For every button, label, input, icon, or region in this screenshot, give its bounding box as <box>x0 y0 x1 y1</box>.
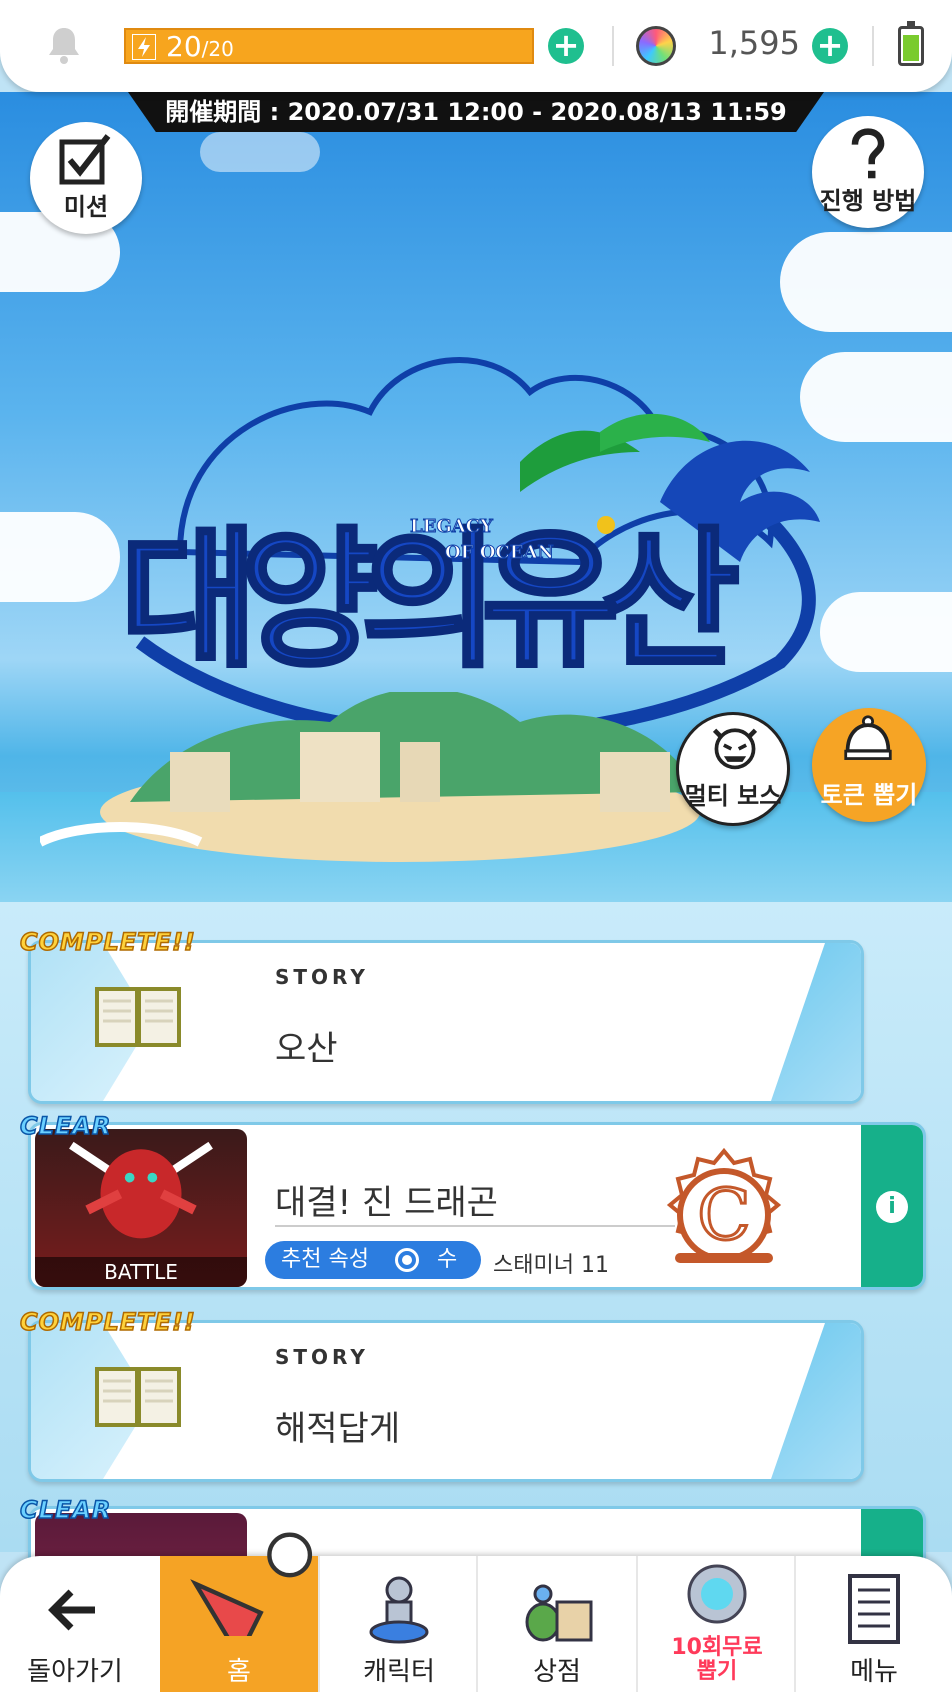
divider <box>275 1225 675 1227</box>
card-decoration <box>771 1323 861 1479</box>
quest-card-battle[interactable]: BATTLE 대결! 진 드래곤 추천 속성 수 스태미너 11 C i <box>28 1122 926 1290</box>
complete-badge: COMPLETE!! <box>19 1307 196 1337</box>
nav-menu-label: 메뉴 <box>850 1657 898 1687</box>
cloud <box>200 132 320 172</box>
token-bell-icon <box>844 715 892 760</box>
info-icon: i <box>876 1191 908 1223</box>
token-draw-label: 토큰 뽑기 <box>820 781 918 809</box>
nav-menu[interactable]: 메뉴 <box>796 1556 952 1692</box>
nav-back[interactable]: 돌아가기 <box>0 1556 150 1692</box>
howto-button[interactable]: 진행 방법 <box>812 116 924 228</box>
add-gem-button[interactable]: + <box>812 28 848 64</box>
quest-kicker: STORY <box>275 965 369 989</box>
add-stamina-button[interactable]: + <box>548 28 584 64</box>
logo-sub-text-1: LEGACY <box>410 516 494 537</box>
attribute-key: 추천 속성 <box>281 1247 369 1272</box>
nav-character[interactable]: 캐릭터 <box>320 1556 478 1692</box>
quest-title: 해적답게 <box>275 1409 401 1449</box>
quest-card-story[interactable]: STORY 해적답게 <box>28 1320 864 1482</box>
menu-list-icon <box>848 1574 900 1644</box>
rank-letter: C <box>697 1174 751 1256</box>
card-decoration <box>771 943 861 1101</box>
monster-face-icon <box>712 728 758 770</box>
gem-icon <box>636 26 676 66</box>
recommended-attribute: 추천 속성 수 <box>265 1241 481 1279</box>
event-banner: 開催期間 : 2020.07/31 12:00 - 2020.08/13 11:… <box>0 92 952 902</box>
mission-button[interactable]: 미션 <box>30 122 142 234</box>
stamina-bolt-icon <box>132 34 156 60</box>
bell-icon[interactable] <box>44 24 84 66</box>
quest-card-story[interactable]: STORY 오산 <box>28 940 864 1104</box>
quest-kicker: STORY <box>275 1345 369 1369</box>
back-arrow-icon <box>48 1589 95 1631</box>
nav-home-label: 홈 <box>227 1657 251 1687</box>
nav-shop-label: 상점 <box>533 1657 581 1687</box>
top-status-bar: 20/20 + 1,595 + <box>0 0 952 92</box>
gem-count: 1,595 <box>708 24 800 62</box>
character-icon <box>369 1576 429 1644</box>
logo-main-text: 대양의유산 <box>120 514 740 688</box>
stamina-cost: 스태미너 11 <box>493 1253 609 1278</box>
nav-gacha-label: 10회무료 뽑기 <box>671 1635 763 1684</box>
multi-boss-label: 멀티 보스 <box>684 782 782 810</box>
gacha-orb-icon <box>687 1564 747 1624</box>
attribute-value: 수 <box>437 1247 458 1272</box>
nav-character-label: 캐릭터 <box>363 1657 435 1687</box>
nav-gacha[interactable]: 10회무료 뽑기 <box>638 1556 796 1692</box>
rank-c-icon: C <box>666 1147 782 1263</box>
logo-sub-text-2: OF OCEAN <box>445 542 554 563</box>
quest-title: 오산 <box>275 1029 338 1069</box>
quest-info-button[interactable]: i <box>861 1125 923 1287</box>
water-attribute-icon <box>395 1248 419 1272</box>
thumb-caption: BATTLE <box>35 1257 247 1287</box>
book-icon <box>95 987 181 1047</box>
quest-title: 대결! 진 드래곤 <box>275 1183 498 1223</box>
clear-badge: CLEAR <box>19 1111 112 1141</box>
nav-shop[interactable]: 상점 <box>478 1556 636 1692</box>
island-illustration <box>40 692 700 862</box>
home-ship-icon <box>190 1532 313 1636</box>
dragon-icon <box>69 1141 213 1239</box>
question-icon <box>851 128 885 179</box>
divider <box>872 26 874 66</box>
quest-list: COMPLETE!! STORY 오산 CLEAR BATTLE 대결! 진 드… <box>0 902 952 1626</box>
mission-label: 미션 <box>63 193 109 221</box>
complete-badge: COMPLETE!! <box>19 927 196 957</box>
stamina-value: 20/20 <box>166 30 234 63</box>
divider <box>612 26 614 66</box>
event-period: 開催期間 : 2020.07/31 12:00 - 2020.08/13 11:… <box>128 92 824 132</box>
checkbox-icon <box>59 134 111 185</box>
stamina-gauge: 20/20 <box>124 28 534 64</box>
nav-back-label: 돌아가기 <box>27 1657 123 1687</box>
book-icon <box>95 1367 181 1427</box>
nav-home[interactable]: 홈 <box>160 1532 318 1692</box>
bottom-navigation: 돌아가기 홈 캐릭터 상점 10회무료 뽑기 메뉴 <box>0 1532 952 1692</box>
clear-badge: CLEAR <box>19 1495 112 1525</box>
battery-icon <box>898 21 924 66</box>
battle-thumbnail: BATTLE <box>35 1129 247 1287</box>
multi-boss-button[interactable]: 멀티 보스 <box>676 712 790 826</box>
token-draw-button[interactable]: 토큰 뽑기 <box>812 708 926 822</box>
shop-bag-icon <box>525 1584 593 1642</box>
howto-label: 진행 방법 <box>819 187 917 215</box>
